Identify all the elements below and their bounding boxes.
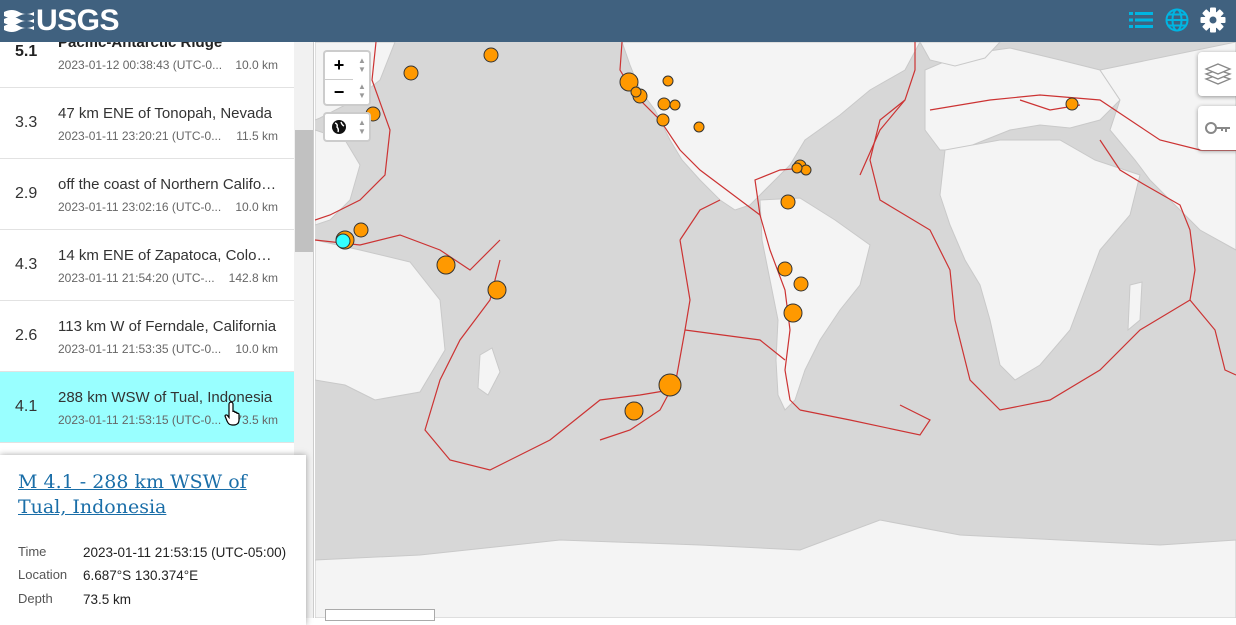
quake-marker [487,280,507,300]
quake-marker [658,373,682,397]
globe-icon[interactable] [1162,5,1192,35]
item-place: 113 km W of Ferndale, California [58,318,277,335]
quake-marker [353,222,369,238]
quake-marker [1065,97,1079,111]
projection-control: ▲ ▼ [323,112,371,142]
zoom-arrows-icon[interactable]: ▲ ▼ [355,80,369,102]
landmass-madagascar [1127,281,1143,332]
quake-marker [403,65,419,81]
item-depth: 142.8 km [228,271,278,285]
map-view[interactable] [315,42,1236,618]
quake-marker [800,164,812,176]
item-depth: 11.5 km [236,129,278,143]
quake-marker [777,261,793,277]
item-depth: 10.0 km [235,200,278,214]
landmass-north-america [621,42,921,211]
logo-text: USGS [36,4,120,37]
quake-marker [791,162,803,174]
usgs-wave-icon [4,10,34,32]
list-icon[interactable] [1126,5,1156,35]
quake-marker [483,47,499,63]
zoom-arrows-icon[interactable]: ▲ ▼ [355,54,369,76]
app-header: USGS [0,0,1236,42]
quake-marker [656,113,670,127]
time-label: Time [18,544,47,559]
quake-marker [783,303,803,323]
quake-marker [662,75,674,87]
map-scale [325,609,435,621]
event-detail-card: M 4.1 - 288 km WSW of Tual, Indonesia Ti… [0,455,306,625]
quake-marker [657,97,671,111]
landmass-africa [939,139,1141,381]
landmass-australia [315,239,446,401]
projection-arrows-icon[interactable]: ▲ ▼ [355,116,369,138]
gear-icon[interactable] [1198,5,1228,35]
landmass-south-america [759,197,871,411]
usgs-logo[interactable]: USGS [4,4,120,37]
quake-marker [793,276,809,292]
quake-marker [436,255,456,275]
item-magnitude: 5.1 [15,43,38,60]
hand-cursor-icon [224,401,240,426]
item-time: 2023-01-11 21:53:35 (UTC-0... [58,342,222,356]
landmass-antarctica [315,519,1236,618]
location-label: Location [18,567,68,582]
list-item[interactable]: 2.9 off the coast of Northern California… [0,159,294,230]
item-time: 2023-01-11 21:53:15 (UTC-0... [58,413,222,427]
depth-label: Depth [18,591,53,606]
zoom-in-button[interactable]: + [325,52,353,78]
landmass-new-zealand [477,347,501,396]
item-magnitude: 2.6 [15,327,38,344]
list-item-selected[interactable]: 4.1 288 km WSW of Tual, Indonesia 2023-0… [0,372,294,443]
list-item[interactable]: 5.1 Pacific-Antarctic Ridge 2023-01-12 0… [0,42,294,88]
item-depth: 10.0 km [235,342,278,356]
item-magnitude: 2.9 [15,185,38,202]
scrollbar-thumb[interactable] [295,130,313,252]
item-time: 2023-01-12 00:38:43 (UTC-0... [58,58,223,72]
item-time: 2023-01-11 23:02:16 (UTC-0... [58,200,222,214]
globe-icon[interactable] [331,119,347,135]
item-magnitude: 4.3 [15,256,38,273]
layers-icon[interactable] [1198,52,1236,96]
quake-marker [630,86,642,98]
time-value: 2023-01-11 21:53:15 (UTC-05:00) [83,545,287,560]
location-value: 6.687°S 130.374°E [83,568,199,583]
world-map[interactable] [315,42,1236,618]
item-magnitude: 4.1 [15,398,38,415]
item-time: 2023-01-11 23:20:21 (UTC-0... [58,129,222,143]
quake-marker [780,194,796,210]
quake-marker-selected [335,233,351,249]
list-item[interactable]: 4.3 14 km ENE of Zapatoca, Colombia 2023… [0,230,294,301]
key-icon[interactable] [1198,106,1236,150]
item-magnitude: 3.3 [15,114,38,131]
event-title-link[interactable]: M 4.1 - 288 km WSW of Tual, Indonesia [18,470,288,520]
item-place: off the coast of Northern California [58,176,280,193]
list-item[interactable]: 2.6 113 km W of Ferndale, California 202… [0,301,294,372]
zoom-out-button[interactable]: − [325,79,353,105]
zoom-control: + − ▲ ▼ ▲ ▼ [323,50,371,106]
depth-value: 73.5 km [83,592,132,607]
item-place: 288 km WSW of Tual, Indonesia [58,389,273,406]
item-depth: 10.0 km [235,58,278,72]
quake-marker [624,401,644,421]
quake-marker [669,99,681,111]
item-place: 14 km ENE of Zapatoca, Colombia [58,247,280,264]
quake-marker [693,121,705,133]
item-time: 2023-01-11 21:54:20 (UTC-... [58,271,215,285]
list-item[interactable]: 3.3 47 km ENE of Tonopah, Nevada 2023-01… [0,88,294,159]
item-place: 47 km ENE of Tonopah, Nevada [58,105,273,122]
item-place: Pacific-Antarctic Ridge [58,42,223,51]
